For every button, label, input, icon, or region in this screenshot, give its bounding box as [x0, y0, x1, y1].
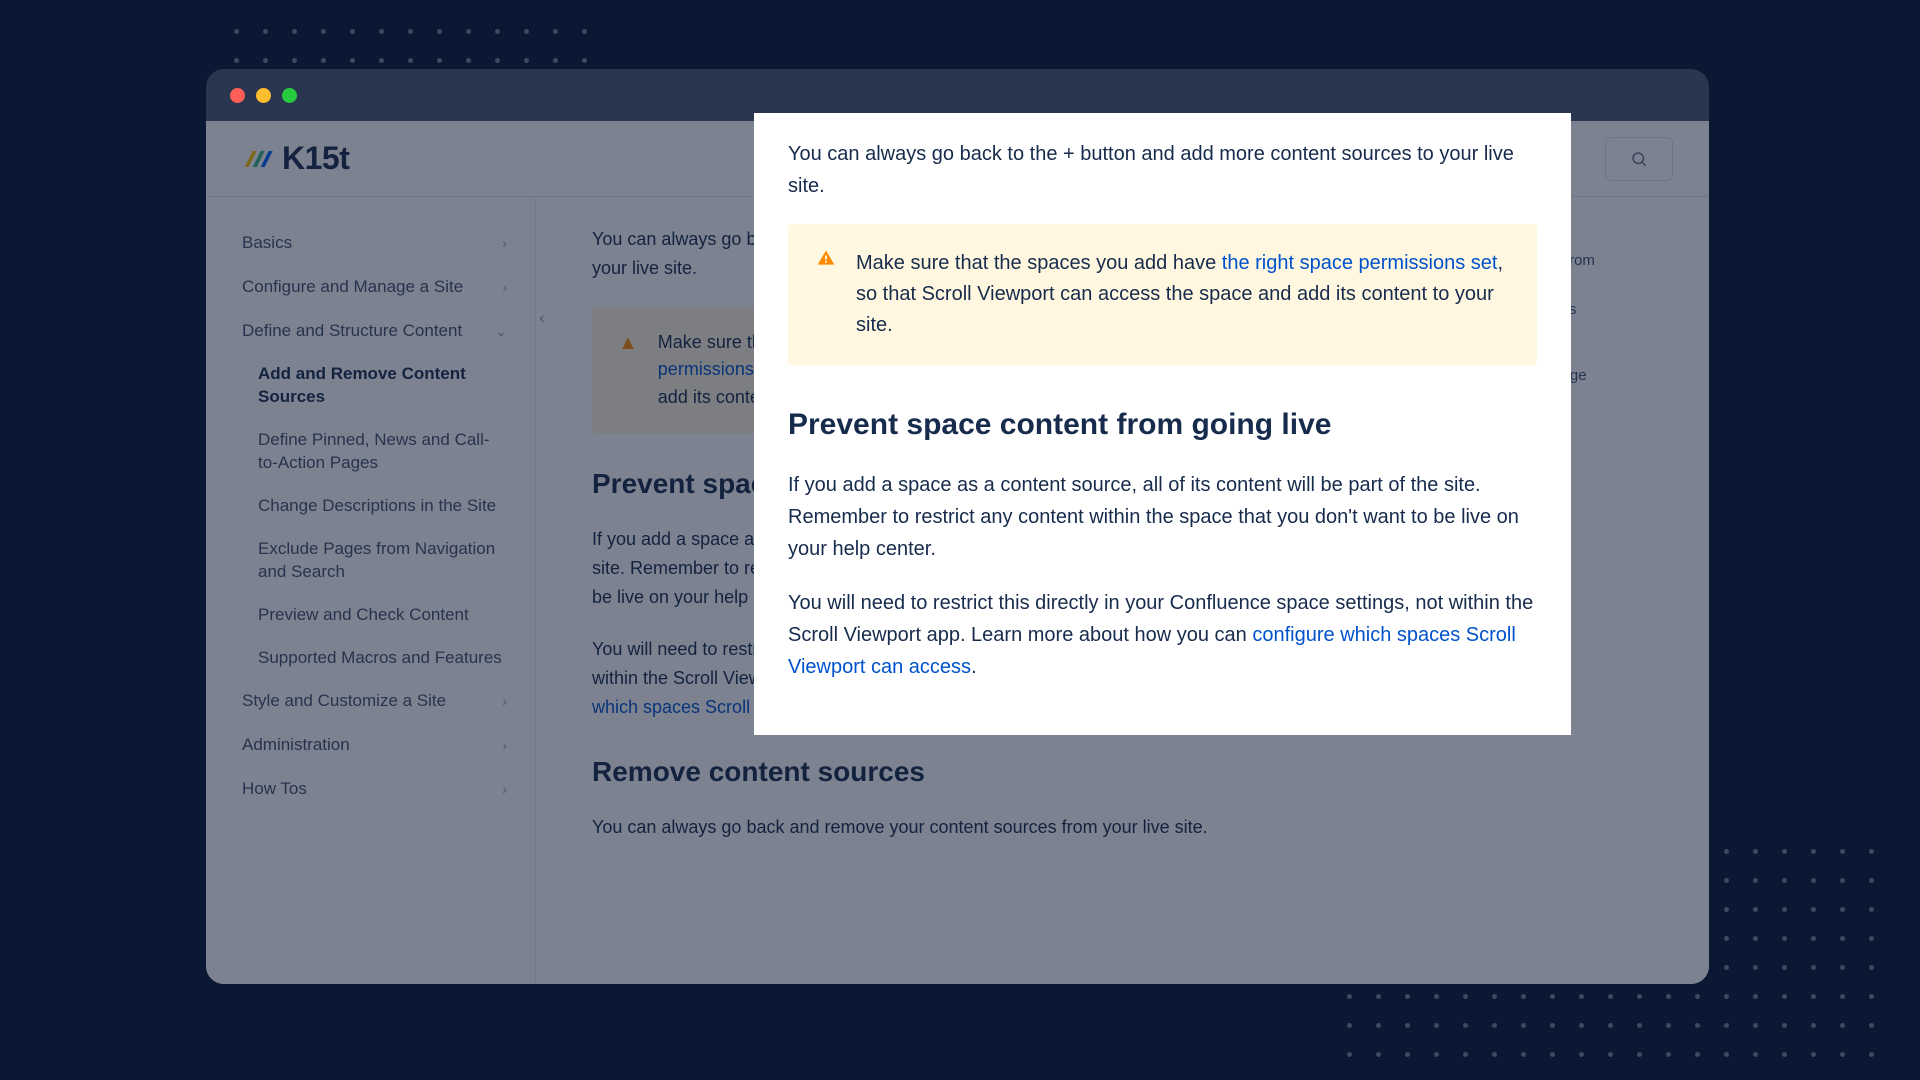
sidebar-item-label: Administration: [242, 735, 350, 755]
warning-icon: ▲: [618, 329, 638, 413]
sidebar-item-howtos[interactable]: How Tos ›: [224, 767, 535, 811]
content-panel: You can always go back to the + button a…: [754, 113, 1571, 735]
chevron-right-icon: ›: [502, 279, 507, 295]
warning-callout: Make sure that the spaces you add have t…: [788, 224, 1537, 365]
sidebar-item-admin[interactable]: Administration ›: [224, 723, 535, 767]
chevron-down-icon: ⌄: [495, 323, 507, 340]
text-fragment: .: [971, 656, 977, 678]
sidebar-subitem-macros[interactable]: Supported Macros and Features: [224, 637, 535, 680]
chevron-right-icon: ›: [502, 235, 507, 251]
brand-mark-icon: [242, 147, 274, 171]
permissions-link[interactable]: the right space permissions set: [1222, 252, 1498, 274]
paragraph: You can always go back and remove your c…: [592, 813, 1212, 842]
search-button[interactable]: [1605, 137, 1673, 181]
heading-remove: Remove content sources: [592, 750, 1212, 795]
chevron-right-icon: ›: [502, 781, 507, 797]
sidebar-item-label: Style and Customize a Site: [242, 691, 446, 711]
sidebar-item-label: Basics: [242, 233, 292, 253]
brand-logo[interactable]: K15t: [242, 140, 349, 177]
warning-icon: [816, 248, 836, 341]
sidebar-subitem-add-remove[interactable]: Add and Remove Content Sources: [224, 353, 535, 419]
sidebar-item-label: How Tos: [242, 779, 307, 799]
brand-name: K15t: [282, 140, 349, 177]
sidebar-item-define[interactable]: Define and Structure Content ⌄: [224, 309, 535, 353]
sidebar-subitem-pinned[interactable]: Define Pinned, News and Call-to-Action P…: [224, 419, 535, 485]
search-icon: [1630, 150, 1648, 168]
window-maximize-icon[interactable]: [282, 88, 297, 103]
sidebar-item-label: Define and Structure Content: [242, 321, 462, 341]
window-minimize-icon[interactable]: [256, 88, 271, 103]
sidebar-item-basics[interactable]: Basics ›: [224, 221, 535, 265]
callout-text: Make sure that the spaces you add have t…: [856, 248, 1509, 341]
sidebar-nav: Basics › Configure and Manage a Site › D…: [206, 197, 536, 984]
decorative-dots-top: [234, 29, 587, 63]
chevron-right-icon: ›: [502, 737, 507, 753]
sidebar-item-label: Configure and Manage a Site: [242, 277, 463, 297]
sidebar-item-style[interactable]: Style and Customize a Site ›: [224, 679, 535, 723]
sidebar-subitem-preview[interactable]: Preview and Check Content: [224, 594, 535, 637]
sidebar-subitem-exclude[interactable]: Exclude Pages from Navigation and Search: [224, 528, 535, 594]
paragraph: You can always go back to the + button a…: [788, 138, 1537, 202]
panel-body: You can always go back to the + button a…: [788, 138, 1537, 683]
paragraph: If you add a space as a content source, …: [788, 469, 1537, 565]
chevron-right-icon: ›: [502, 693, 507, 709]
sidebar-item-configure[interactable]: Configure and Manage a Site ›: [224, 265, 535, 309]
sidebar-subitem-descriptions[interactable]: Change Descriptions in the Site: [224, 485, 535, 528]
window-close-icon[interactable]: [230, 88, 245, 103]
paragraph: You will need to restrict this directly …: [788, 587, 1537, 683]
text-fragment: Make sure that the spaces you add have: [856, 252, 1222, 274]
heading-prevent: Prevent space content from going live: [788, 401, 1537, 449]
